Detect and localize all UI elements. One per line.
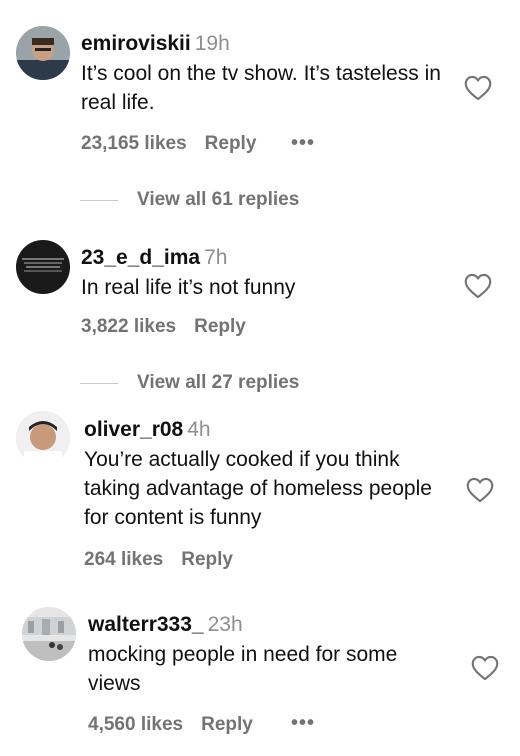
comment-header: emiroviskii 19h: [81, 32, 230, 56]
avatar[interactable]: [22, 607, 76, 661]
heart-icon[interactable]: [464, 75, 492, 101]
likes-count[interactable]: 4,560 likes: [88, 714, 183, 735]
comment-text: mocking people in need for some views: [88, 643, 398, 695]
username[interactable]: oliver_r08: [84, 418, 183, 441]
heart-icon[interactable]: [464, 273, 492, 299]
timestamp: 4h: [187, 418, 211, 441]
heart-icon[interactable]: [471, 655, 499, 681]
replies-divider: [80, 200, 118, 201]
avatar[interactable]: [16, 240, 70, 294]
comment-text: It’s cool on the tv show. It’s tasteless…: [81, 62, 441, 114]
timestamp: 7h: [204, 246, 228, 269]
comment-header: 23_e_d_ima 7h: [81, 246, 227, 270]
comment-actions: 3,822 likes Reply: [81, 316, 264, 338]
replies-divider: [80, 383, 118, 384]
heart-icon[interactable]: [466, 477, 494, 503]
more-options-icon[interactable]: •••: [291, 132, 315, 155]
likes-count[interactable]: 3,822 likes: [81, 316, 176, 337]
reply-button[interactable]: Reply: [194, 316, 246, 337]
username[interactable]: 23_e_d_ima: [81, 246, 200, 269]
comment-actions: 264 likes Reply: [84, 549, 251, 571]
avatar[interactable]: [16, 26, 70, 80]
username[interactable]: walterr333_: [88, 613, 204, 636]
view-replies-button[interactable]: View all 61 replies: [137, 189, 299, 211]
likes-count[interactable]: 23,165 likes: [81, 133, 187, 154]
reply-button[interactable]: Reply: [201, 714, 253, 735]
likes-count[interactable]: 264 likes: [84, 549, 163, 570]
view-replies-button[interactable]: View all 27 replies: [137, 372, 299, 394]
more-options-icon[interactable]: •••: [291, 712, 315, 735]
comment-header: walterr333_ 23h: [88, 613, 243, 637]
comment-header: oliver_r08 4h: [84, 418, 211, 442]
username[interactable]: emiroviskii: [81, 32, 191, 55]
timestamp: 23h: [207, 613, 243, 636]
reply-button[interactable]: Reply: [205, 133, 257, 154]
timestamp: 19h: [194, 32, 230, 55]
reply-button[interactable]: Reply: [181, 549, 233, 570]
avatar[interactable]: [16, 411, 70, 465]
comment-actions: 23,165 likes Reply: [81, 133, 274, 155]
comment-actions: 4,560 likes Reply: [88, 714, 271, 736]
comment-text: You’re actually cooked if you think taki…: [84, 448, 432, 529]
comment-text: In real life it’s not funny: [81, 276, 296, 299]
